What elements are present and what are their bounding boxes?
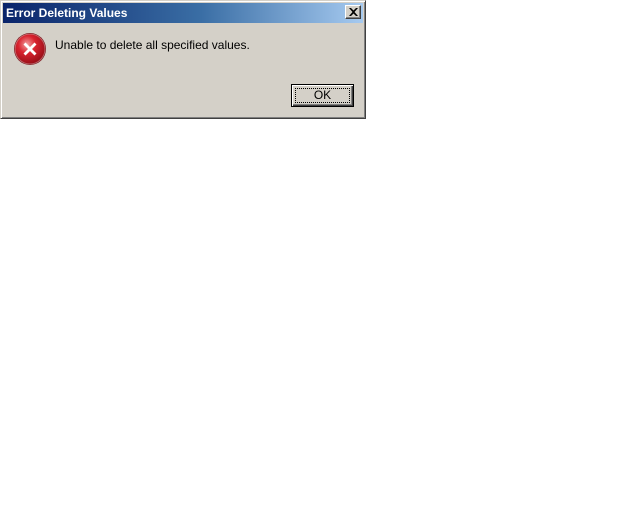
- close-button[interactable]: [345, 5, 361, 19]
- dialog-titlebar[interactable]: Error Deleting Values: [3, 3, 363, 23]
- close-icon: [349, 8, 358, 16]
- ok-button[interactable]: OK: [291, 84, 354, 107]
- error-dialog: Error Deleting Values Unable to delete a…: [0, 0, 366, 119]
- error-message: Unable to delete all specified values.: [55, 38, 250, 52]
- error-icon: [14, 33, 46, 65]
- dialog-title: Error Deleting Values: [6, 6, 128, 20]
- ok-button-label: OK: [313, 88, 332, 102]
